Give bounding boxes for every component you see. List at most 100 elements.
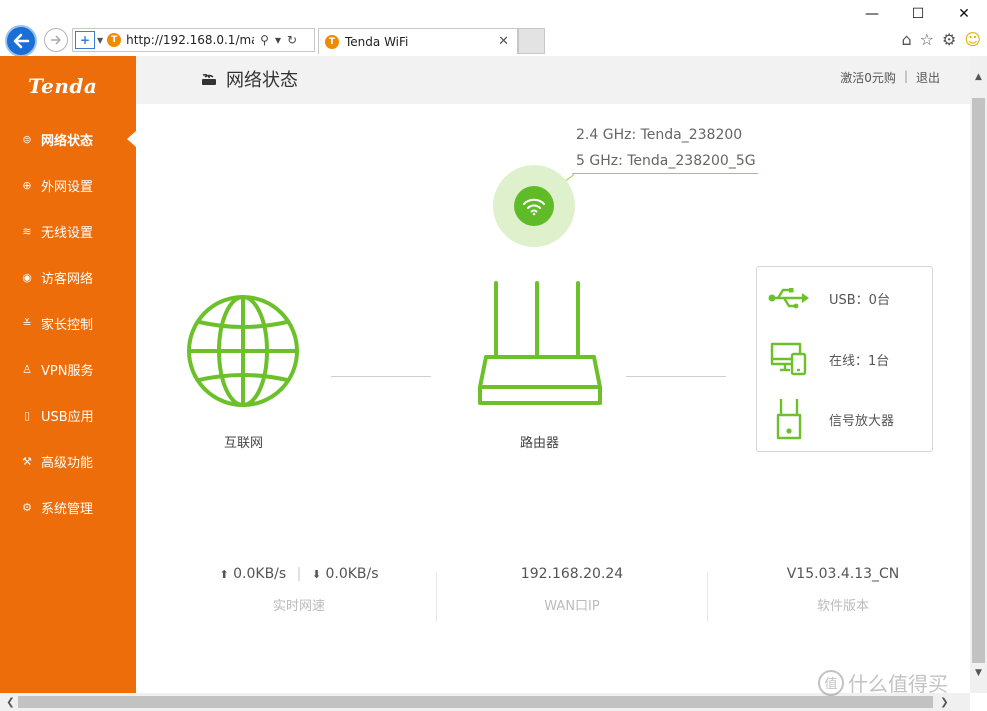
sidebar-item-wireless-settings[interactable]: ≋ 无线设置 [0,208,136,254]
router-devices-link [626,376,726,377]
download-arrow-icon: ⬇ [311,568,322,581]
favorites-star-icon[interactable]: ☆ [920,30,934,49]
extender-label: 信号放大器 [829,413,895,429]
firmware-version: V15.03.4.13_CN [786,566,900,582]
sidebar-item-wan-settings[interactable]: ⊕ 外网设置 [0,162,136,208]
usb-devices-row[interactable]: USB：0台 [767,287,890,309]
watermark: 值 什么值得买 [818,668,948,697]
logout-link[interactable]: 退出 [916,69,940,86]
upload-speed: 0.0KB/s [233,566,287,582]
vertical-scrollbar[interactable]: ▲ ▼ [970,56,987,693]
address-tools: ⚲ ▾ ↻ [260,33,297,47]
speed-values: ⬆ 0.0KB/s | ⬇ 0.0KB/s [204,566,394,582]
maximize-button[interactable]: ☐ [895,0,941,28]
internet-globe-icon[interactable] [186,294,300,408]
header-links: 激活0元购 | 退出 [840,69,940,86]
router-icon [202,74,216,85]
router-label: 路由器 [520,436,560,451]
firmware-stat: V15.03.4.13_CN 软件版本 [753,566,933,614]
forward-button[interactable] [44,28,68,52]
sidebar-item-system[interactable]: ⚙ 系统管理 [0,484,136,530]
wifi-ssid-info: 2.4 GHz: Tenda_238200 5 GHz: Tenda_23820… [576,122,756,174]
online-devices-row[interactable]: 在线：1台 [767,342,889,376]
new-tab-button[interactable] [518,28,545,54]
sidebar-item-label: 系统管理 [41,501,94,517]
divider: | [903,69,908,83]
sidebar: Tenda ⊜ 网络状态 ⊕ 外网设置 ≋ 无线设置 ◉ 访客网络 ≚ 家长控制… [0,56,136,693]
stat-divider [707,572,708,622]
minimize-button[interactable]: — [849,0,895,28]
url-text[interactable]: http://192.168.0.1/mai [126,33,254,47]
feedback-smiley-icon[interactable]: ☺ [964,30,981,49]
gear-icon: ⚙ [22,500,32,514]
home-icon[interactable]: ⌂ [901,30,911,49]
extender-row[interactable]: 信号放大器 [767,397,894,441]
refresh-icon[interactable]: ↻ [287,33,297,47]
address-bar[interactable]: + ▼ T http://192.168.0.1/mai ⚲ ▾ ↻ [72,28,315,52]
tenda-favicon-icon: T [325,34,339,49]
horizontal-scroll-thumb[interactable] [18,696,933,708]
arrow-left-icon [13,33,30,49]
firmware-label: 软件版本 [816,599,869,614]
router-device-icon[interactable] [476,281,604,411]
router-icon: ⊜ [22,132,32,146]
wrench-icon: ⚒ [22,454,32,468]
close-window-button[interactable]: ✕ [941,0,987,28]
window-controls: — ☐ ✕ [849,0,987,28]
shield-icon[interactable]: + [75,31,95,49]
activate-link[interactable]: 激活0元购 [840,69,896,86]
realtime-speed-stat: ⬆ 0.0KB/s | ⬇ 0.0KB/s 实时网速 [204,566,394,614]
globe-icon: ⊕ [22,178,32,192]
search-icon[interactable]: ⚲ [260,33,269,47]
wifi-icon [523,198,545,216]
watermark-text: 什么值得买 [848,672,948,696]
tab-title: Tenda WiFi [345,34,409,49]
connected-devices-panel: USB：0台 在线：1台 信号放大器 [756,266,933,452]
usb-icon [768,288,809,309]
wan-ip-stat: 192.168.20.24 WAN口IP [482,566,662,614]
scroll-down-icon[interactable]: ▼ [970,664,987,681]
settings-gear-icon[interactable]: ⚙ [942,30,956,49]
sidebar-item-label: 网络状态 [41,133,94,149]
page-header: 网络状态 激活0元购 | 退出 [136,56,970,104]
scroll-left-icon[interactable]: ❮ [2,693,19,711]
devices-icon [770,342,807,376]
sidebar-item-guest-network[interactable]: ◉ 访客网络 [0,254,136,300]
signal-extender-icon [776,399,802,440]
sidebar-item-label: 高级功能 [41,455,94,471]
scroll-up-icon[interactable]: ▲ [970,68,987,85]
parental-icon: ≚ [22,316,32,330]
sidebar-item-label: 家长控制 [41,317,94,333]
online-count: 在线：1台 [829,353,890,369]
tab-tenda-wifi[interactable]: T Tenda WiFi ✕ [318,28,518,54]
back-button[interactable] [5,25,37,57]
stat-divider [436,572,437,622]
sidebar-item-network-status[interactable]: ⊜ 网络状态 [0,116,136,162]
tenda-logo: Tenda [28,74,98,98]
sidebar-item-usb[interactable]: ▯ USB应用 [0,392,136,438]
wifi-status-button[interactable] [493,165,575,247]
usb-count: USB：0台 [829,292,890,308]
watermark-logo-icon: 值 [818,669,844,696]
dropdown-icon[interactable]: ▾ [275,33,281,47]
tenda-favicon-icon: T [107,33,122,47]
chevron-down-icon[interactable]: ▼ [97,36,103,45]
sidebar-item-vpn[interactable]: ♙ VPN服务 [0,346,136,392]
sidebar-item-label: 外网设置 [41,179,94,195]
tab-close-icon[interactable]: ✕ [498,34,509,49]
divider: | [296,566,302,582]
sidebar-item-label: USB应用 [41,409,94,425]
wifi-core [514,186,554,226]
internet-label: 互联网 [224,436,264,451]
guest-icon: ◉ [22,270,32,284]
wan-ip-value: 192.168.20.24 [520,566,624,582]
sidebar-item-advanced[interactable]: ⚒ 高级功能 [0,438,136,484]
vertical-scroll-thumb[interactable] [972,98,985,663]
download-speed: 0.0KB/s [325,566,379,582]
upload-arrow-icon: ⬆ [219,568,229,581]
sidebar-nav: ⊜ 网络状态 ⊕ 外网设置 ≋ 无线设置 ◉ 访客网络 ≚ 家长控制 ♙ VPN… [0,116,136,530]
sidebar-item-parental-control[interactable]: ≚ 家长控制 [0,300,136,346]
sidebar-item-label: VPN服务 [41,363,94,379]
internet-router-link [331,376,431,377]
usb-icon: ▯ [23,408,31,422]
